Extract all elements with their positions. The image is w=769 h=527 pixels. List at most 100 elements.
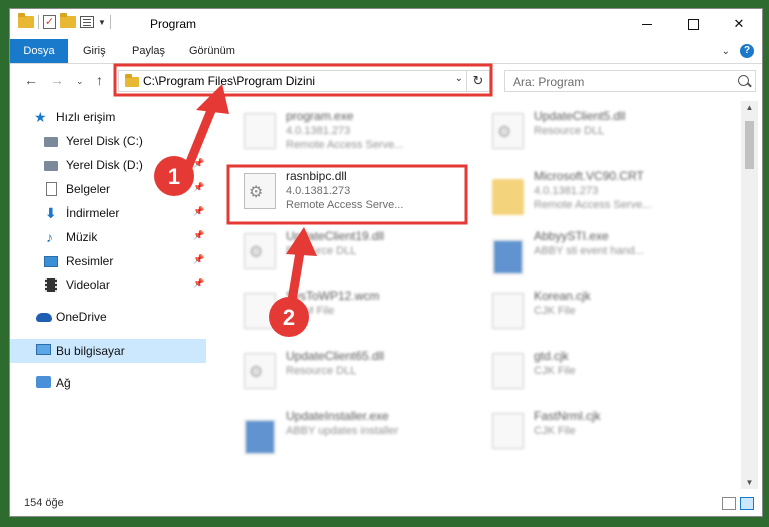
properties-icon[interactable] bbox=[80, 16, 94, 28]
search-box[interactable]: Ara: Program bbox=[504, 70, 756, 92]
sidebar-item-videos[interactable]: Videolar 📌 bbox=[10, 273, 206, 297]
file-item[interactable]: gtd.cjk CJK File bbox=[478, 345, 714, 397]
pin-icon[interactable]: 📌 bbox=[193, 254, 204, 265]
sidebar-item-local-disk-d[interactable]: Yerel Disk (D:) 📌 bbox=[10, 153, 206, 177]
file-item[interactable]: AbbyySTI.exe ABBY sti event hand... bbox=[478, 225, 714, 277]
dll-gear-icon bbox=[244, 173, 276, 209]
navigation-bar: ← → ⌄ ↑ C:\Program Files\Program Dizini … bbox=[10, 64, 762, 98]
pin-icon[interactable]: 📌 bbox=[193, 206, 204, 217]
details-view-icon[interactable] bbox=[722, 497, 736, 510]
file-item[interactable]: SysToWP12.wcm WCM File bbox=[230, 285, 466, 337]
sidebar-item-label: Ağ bbox=[56, 376, 71, 390]
close-icon: ✕ bbox=[733, 16, 745, 31]
file-item[interactable]: Korean.cjk CJK File bbox=[478, 285, 714, 337]
address-bar[interactable]: C:\Program Files\Program Dizini ⌄ ↻ bbox=[118, 70, 490, 92]
file-item[interactable]: UpdateInstaller.exe ABBY updates install… bbox=[230, 405, 466, 457]
app-icon bbox=[244, 419, 276, 455]
file-version: 4.0.1381.273 bbox=[534, 185, 599, 197]
sidebar-item-label: Yerel Disk (D:) bbox=[66, 158, 143, 172]
pin-icon[interactable]: 📌 bbox=[193, 158, 204, 169]
recent-locations-chevron-icon[interactable]: ⌄ bbox=[76, 76, 84, 87]
toolbar-separator bbox=[109, 15, 111, 29]
sidebar-item-label: OneDrive bbox=[56, 310, 107, 324]
new-folder-icon[interactable] bbox=[60, 13, 76, 28]
file-description: Remote Access Serve... bbox=[286, 139, 404, 151]
videos-icon bbox=[45, 278, 57, 292]
properties-check-icon[interactable]: ✓ bbox=[43, 15, 56, 29]
scroll-up-arrow-icon[interactable]: ▲ bbox=[741, 103, 758, 112]
file-type: CJK File bbox=[534, 365, 576, 377]
view-switcher bbox=[722, 497, 754, 510]
tab-view[interactable]: Görünüm bbox=[189, 39, 235, 63]
refresh-icon[interactable]: ↻ bbox=[466, 71, 489, 91]
file-description: Remote Access Serve... bbox=[286, 199, 404, 211]
scroll-thumb[interactable] bbox=[745, 121, 754, 169]
address-dropdown-chevron-icon[interactable]: ⌄ bbox=[455, 73, 463, 84]
customize-toolbar-arrow-icon[interactable]: ▼ bbox=[98, 18, 106, 27]
sidebar-item-label: Resimler bbox=[66, 254, 114, 268]
pin-icon[interactable]: 📌 bbox=[193, 134, 204, 145]
pin-icon[interactable]: 📌 bbox=[193, 230, 204, 241]
item-count: 154 öğe bbox=[24, 497, 64, 509]
pin-icon[interactable]: 📌 bbox=[193, 182, 204, 193]
file-icon bbox=[492, 413, 524, 449]
maximize-button[interactable] bbox=[670, 9, 716, 39]
file-name: gtd.cjk bbox=[534, 349, 569, 363]
search-input[interactable]: Ara: Program bbox=[513, 75, 584, 89]
minimize-button[interactable] bbox=[624, 9, 670, 39]
document-icon bbox=[46, 182, 57, 196]
file-item[interactable]: program.exe 4.0.1381.273 Remote Access S… bbox=[230, 105, 466, 157]
forward-arrow-icon[interactable]: → bbox=[50, 72, 64, 88]
help-icon[interactable]: ? bbox=[740, 44, 754, 58]
navigation-pane: ★ Hızlı erişim Yerel Disk (C:) 📌 Yerel D… bbox=[10, 101, 206, 491]
pin-icon[interactable]: 📌 bbox=[193, 278, 204, 289]
file-item[interactable]: Microsoft.VC90.CRT 4.0.1381.273 Remote A… bbox=[478, 165, 714, 217]
up-arrow-icon[interactable]: ↑ bbox=[96, 72, 103, 88]
sidebar-item-music[interactable]: ♪ Müzik 📌 bbox=[10, 225, 206, 249]
sidebar-item-network[interactable]: Ağ bbox=[10, 371, 206, 395]
file-item[interactable]: UpdateClient19.dll Resource DLL bbox=[230, 225, 466, 277]
close-button[interactable]: ✕ bbox=[716, 9, 762, 39]
search-icon[interactable] bbox=[738, 75, 749, 86]
expand-ribbon-chevron-icon[interactable]: ⌄ bbox=[722, 46, 730, 57]
download-icon: ⬇ bbox=[45, 205, 57, 221]
sidebar-item-downloads[interactable]: ⬇ İndirmeler 📌 bbox=[10, 201, 206, 225]
tab-share[interactable]: Paylaş bbox=[132, 39, 165, 63]
file-item[interactable]: UpdateClient5.dll Resource DLL bbox=[478, 105, 714, 157]
cloud-icon bbox=[36, 313, 52, 322]
sidebar-item-label: Hızlı erişim bbox=[56, 110, 116, 124]
file-item[interactable]: FastNrml.cjk CJK File bbox=[478, 405, 714, 457]
network-icon bbox=[36, 376, 51, 388]
window-controls: ✕ bbox=[624, 9, 762, 39]
tab-file[interactable]: Dosya bbox=[10, 39, 68, 63]
file-version: 4.0.1381.273 bbox=[286, 185, 351, 197]
file-icon bbox=[492, 293, 524, 329]
back-arrow-icon[interactable]: ← bbox=[24, 72, 38, 88]
ribbon-controls: ⌄ ? bbox=[722, 44, 754, 58]
file-item[interactable]: UpdateClient65.dll Resource DLL bbox=[230, 345, 466, 397]
file-name: UpdateClient19.dll bbox=[286, 229, 385, 243]
pictures-icon bbox=[44, 256, 58, 267]
file-icon bbox=[492, 353, 524, 389]
sidebar-item-onedrive[interactable]: OneDrive bbox=[10, 305, 206, 329]
sidebar-item-documents[interactable]: Belgeler 📌 bbox=[10, 177, 206, 201]
file-type: CJK File bbox=[534, 305, 576, 317]
disk-icon bbox=[44, 161, 58, 171]
scroll-down-arrow-icon[interactable]: ▼ bbox=[741, 478, 758, 487]
file-type: ABBY updates installer bbox=[286, 425, 399, 437]
folder-icon bbox=[492, 179, 524, 215]
sidebar-item-label: Müzik bbox=[66, 230, 98, 244]
address-path[interactable]: C:\Program Files\Program Dizini bbox=[143, 74, 315, 88]
vertical-scrollbar[interactable]: ▲ ▼ bbox=[741, 101, 758, 489]
file-name: Korean.cjk bbox=[534, 289, 591, 303]
sidebar-item-label: Yerel Disk (C:) bbox=[66, 134, 143, 148]
sidebar-item-quick-access[interactable]: ★ Hızlı erişim bbox=[10, 105, 206, 129]
sidebar-item-pictures[interactable]: Resimler 📌 bbox=[10, 249, 206, 273]
sidebar-item-local-disk-c[interactable]: Yerel Disk (C:) 📌 bbox=[10, 129, 206, 153]
file-type: Resource DLL bbox=[534, 125, 605, 137]
tab-home[interactable]: Giriş bbox=[83, 39, 106, 63]
file-item-highlighted[interactable]: rasnbipc.dll 4.0.1381.273 Remote Access … bbox=[230, 165, 466, 217]
tiles-view-icon[interactable] bbox=[740, 497, 754, 510]
ribbon: Dosya Giriş Paylaş Görünüm ⌄ ? bbox=[10, 39, 762, 64]
sidebar-item-this-pc[interactable]: Bu bilgisayar bbox=[10, 339, 206, 363]
